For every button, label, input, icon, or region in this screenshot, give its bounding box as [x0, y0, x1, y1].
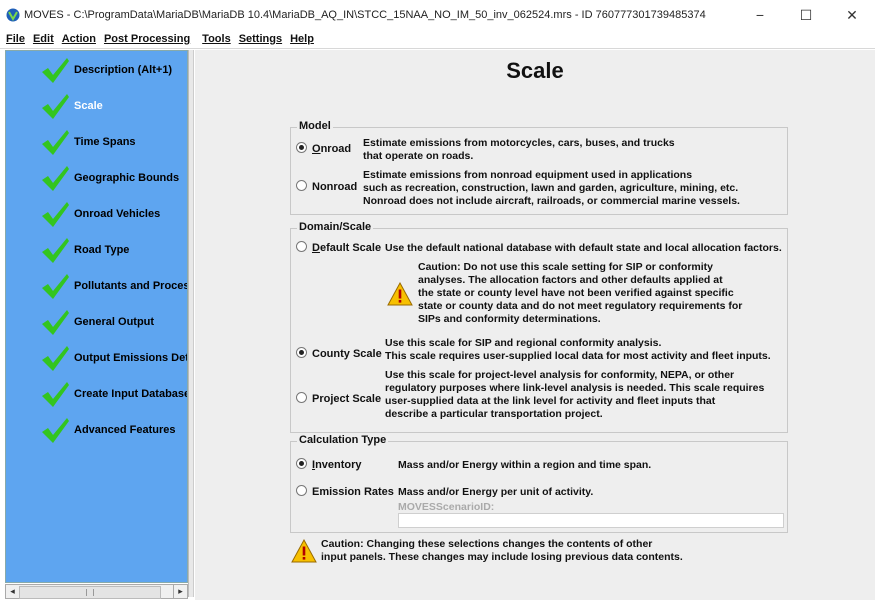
window-title: MOVES - C:\ProgramData\MariaDB\MariaDB 1… [24, 9, 706, 21]
onroad-label[interactable]: Onroad [312, 143, 351, 155]
sidebar-item[interactable]: Description (Alt+1) [6, 53, 187, 87]
check-icon [42, 166, 69, 191]
sidebar-item[interactable]: Pollutants and Proces [6, 269, 187, 303]
sidebar-item-label: Output Emissions Det [74, 352, 188, 364]
nonroad-radio[interactable] [296, 180, 307, 191]
sidebar-horizontal-scrollbar[interactable]: ◂ ▸ [5, 584, 188, 599]
menu-file[interactable]: File [6, 33, 25, 45]
scenario-id-input[interactable] [398, 513, 784, 528]
sidebar-item[interactable]: Road Type [6, 233, 187, 267]
check-icon [42, 94, 69, 119]
menu-action[interactable]: Action [62, 33, 96, 45]
scroll-left-arrow-icon[interactable]: ◂ [6, 585, 19, 598]
onroad-radio[interactable] [296, 142, 307, 153]
menu-bar: File Edit Action Post Processing Tools S… [0, 30, 875, 49]
moves-app-icon [6, 8, 20, 22]
scrollbar-thumb[interactable] [19, 586, 161, 599]
county-scale-description: Use this scale for SIP and regional conf… [385, 337, 771, 362]
sidebar-item[interactable]: Output Emissions Det [6, 341, 187, 375]
bottom-caution-text: Caution: Changing these selections chang… [321, 538, 683, 563]
project-scale-description: Use this scale for project-level analysi… [385, 369, 765, 420]
emission-rates-radio[interactable] [296, 485, 307, 496]
check-icon [42, 202, 69, 227]
scenario-id-label: MOVESScenarioID: [398, 501, 495, 513]
scroll-right-arrow-icon[interactable]: ▸ [173, 585, 187, 598]
page-title: Scale [506, 58, 564, 83]
inventory-label[interactable]: Inventory [312, 459, 362, 471]
scale-panel: Scale Model Onroad Estimate emissions fr… [195, 50, 875, 600]
check-icon [42, 346, 69, 371]
calculation-type-legend: Calculation Type [297, 434, 389, 446]
split-pane-divider[interactable] [188, 50, 194, 597]
navigation-sidebar: Description (Alt+1) Scale Time Spans Geogra… [5, 50, 188, 583]
sidebar-item[interactable]: General Output [6, 305, 187, 339]
sidebar-item-label: Road Type [74, 244, 130, 256]
check-icon [42, 418, 69, 443]
emission-rates-label[interactable]: Emission Rates [312, 486, 394, 498]
project-scale-label[interactable]: Project Scale [312, 393, 381, 405]
check-icon [42, 382, 69, 407]
check-icon [42, 58, 69, 83]
menu-tools[interactable]: Tools [202, 33, 231, 45]
sidebar-item-label: Advanced Features [74, 424, 176, 436]
sidebar-item[interactable]: Advanced Features [6, 413, 187, 447]
default-scale-caution: Caution: Do not use this scale setting f… [418, 261, 743, 325]
sidebar-item-label: Pollutants and Proces [74, 280, 188, 292]
check-icon [42, 130, 69, 155]
county-scale-label[interactable]: County Scale [312, 348, 382, 360]
project-scale-radio[interactable] [296, 392, 307, 403]
warning-icon [387, 282, 413, 306]
onroad-description: Estimate emissions from motorcycles, car… [363, 137, 675, 162]
check-icon [42, 310, 69, 335]
sidebar-item-label: Time Spans [74, 136, 136, 148]
menu-post-processing[interactable]: Post Processing [104, 33, 190, 45]
default-scale-label[interactable]: Default Scale [312, 242, 381, 254]
sidebar-item-label: Create Input Database [74, 388, 188, 400]
sidebar-item-label: Geographic Bounds [74, 172, 180, 184]
inventory-description: Mass and/or Energy within a region and t… [398, 459, 652, 471]
close-button[interactable]: ✕ [829, 0, 875, 30]
title-bar: MOVES - C:\ProgramData\MariaDB\MariaDB 1… [0, 0, 875, 30]
bottom-warning-icon [291, 539, 317, 563]
check-icon [42, 238, 69, 263]
sidebar-item-label: General Output [74, 316, 155, 328]
county-scale-radio[interactable] [296, 347, 307, 358]
sidebar-item[interactable]: Scale [6, 89, 187, 123]
menu-edit[interactable]: Edit [33, 33, 54, 45]
sidebar-item-label: Onroad Vehicles [74, 208, 161, 220]
sidebar-item[interactable]: Geographic Bounds [6, 161, 187, 195]
emission-rates-description: Mass and/or Energy per unit of activity. [398, 486, 594, 498]
model-legend: Model [297, 120, 333, 132]
sidebar-item-label: Scale [74, 100, 103, 112]
menu-settings[interactable]: Settings [239, 33, 282, 45]
maximize-button[interactable]: ☐ [783, 0, 829, 30]
default-scale-radio[interactable] [296, 241, 307, 252]
nonroad-label[interactable]: Nonroad [312, 181, 357, 193]
sidebar-item[interactable]: Onroad Vehicles [6, 197, 187, 231]
inventory-radio[interactable] [296, 458, 307, 469]
menu-help[interactable]: Help [290, 33, 314, 45]
sidebar-item-label: Description (Alt+1) [74, 64, 173, 76]
default-scale-description: Use the default national database with d… [385, 242, 782, 254]
check-icon [42, 274, 69, 299]
sidebar-item[interactable]: Time Spans [6, 125, 187, 159]
domain-scale-legend: Domain/Scale [297, 221, 374, 233]
nonroad-description: Estimate emissions from nonroad equipmen… [363, 169, 740, 207]
minimize-button[interactable]: − [737, 0, 783, 30]
sidebar-item[interactable]: Create Input Database [6, 377, 187, 411]
